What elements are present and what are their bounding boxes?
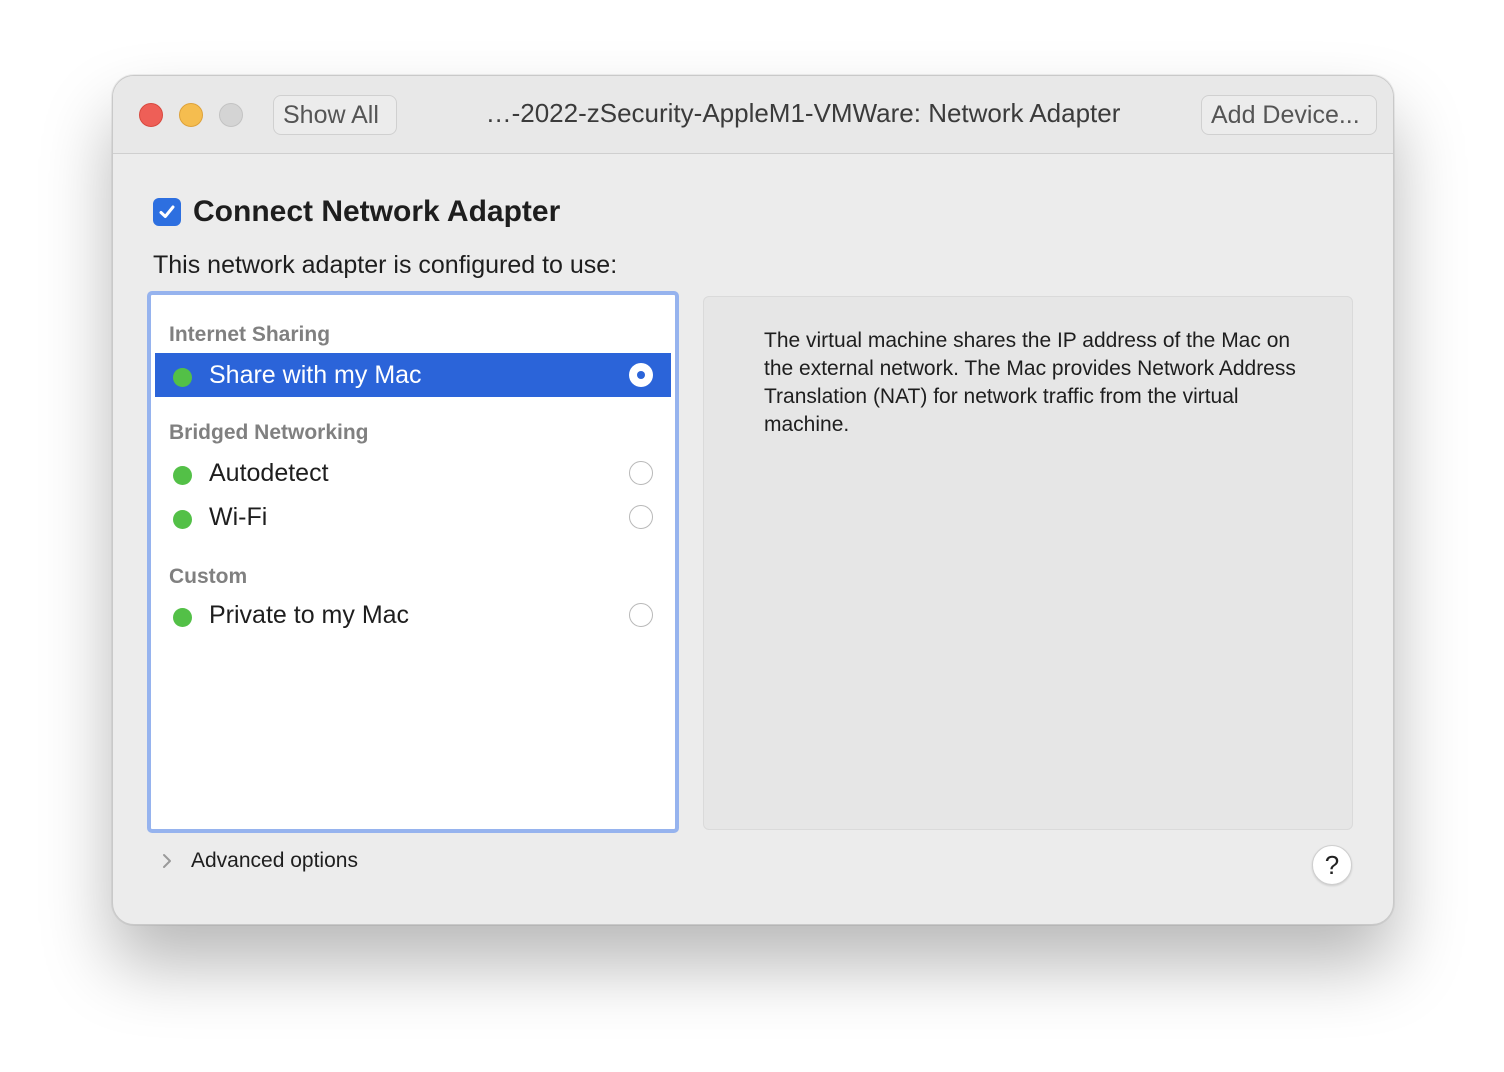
radio-dot-icon [637,371,645,379]
settings-window: Show All …-2022-zSecurity-AppleM1-VMWare… [112,75,1394,925]
configured-to-use-label: This network adapter is configured to us… [153,251,618,279]
connect-label: Connect Network Adapter [193,195,561,228]
window-title: …-2022-zSecurity-AppleM1-VMWare: Network… [485,98,1121,128]
connect-network-adapter-row[interactable]: Connect Network Adapter [153,195,561,228]
advanced-options-label: Advanced options [191,849,358,872]
list-item-label: Wi-Fi [209,502,268,531]
connect-checkbox[interactable] [153,198,181,226]
add-device-button[interactable]: Add Device... [1201,95,1377,135]
minimize-window-button[interactable] [179,103,203,127]
chevron-right-icon[interactable] [157,851,177,871]
list-item-private-to-my-mac[interactable]: Private to my Mac [155,593,671,637]
radio-button[interactable] [629,363,653,387]
list-item-wifi[interactable]: Wi-Fi [155,495,671,539]
list-item-label: Share with my Mac [209,360,422,389]
title-bar: Show All …-2022-zSecurity-AppleM1-VMWare… [113,76,1393,154]
close-window-button[interactable] [139,103,163,127]
radio-button[interactable] [629,505,653,529]
checkmark-icon [159,205,175,218]
group-header-custom: Custom [169,565,248,588]
help-button[interactable]: ? [1312,845,1352,885]
description-text: The virtual machine shares the IP addres… [764,329,1296,436]
list-item-autodetect[interactable]: Autodetect [155,451,671,495]
radio-button[interactable] [629,603,653,627]
radio-button[interactable] [629,461,653,485]
list-item-share-with-my-mac[interactable]: Share with my Mac [155,353,671,397]
list-item-label: Autodetect [209,458,329,487]
group-header-bridged-networking: Bridged Networking [169,421,369,444]
list-item-label: Private to my Mac [209,600,410,629]
group-header-internet-sharing: Internet Sharing [169,323,331,346]
network-source-list: Internet Sharing Share with my Mac Bridg… [147,291,679,833]
status-dot-icon [173,367,192,387]
status-dot-icon [173,465,192,485]
status-dot-icon [173,607,192,627]
advanced-options-disclosure[interactable]: Advanced options [157,846,358,876]
zoom-window-button[interactable] [219,103,243,127]
show-all-button[interactable]: Show All [273,95,397,135]
status-dot-icon [173,509,192,529]
description-panel: The virtual machine shares the IP addres… [703,296,1353,830]
